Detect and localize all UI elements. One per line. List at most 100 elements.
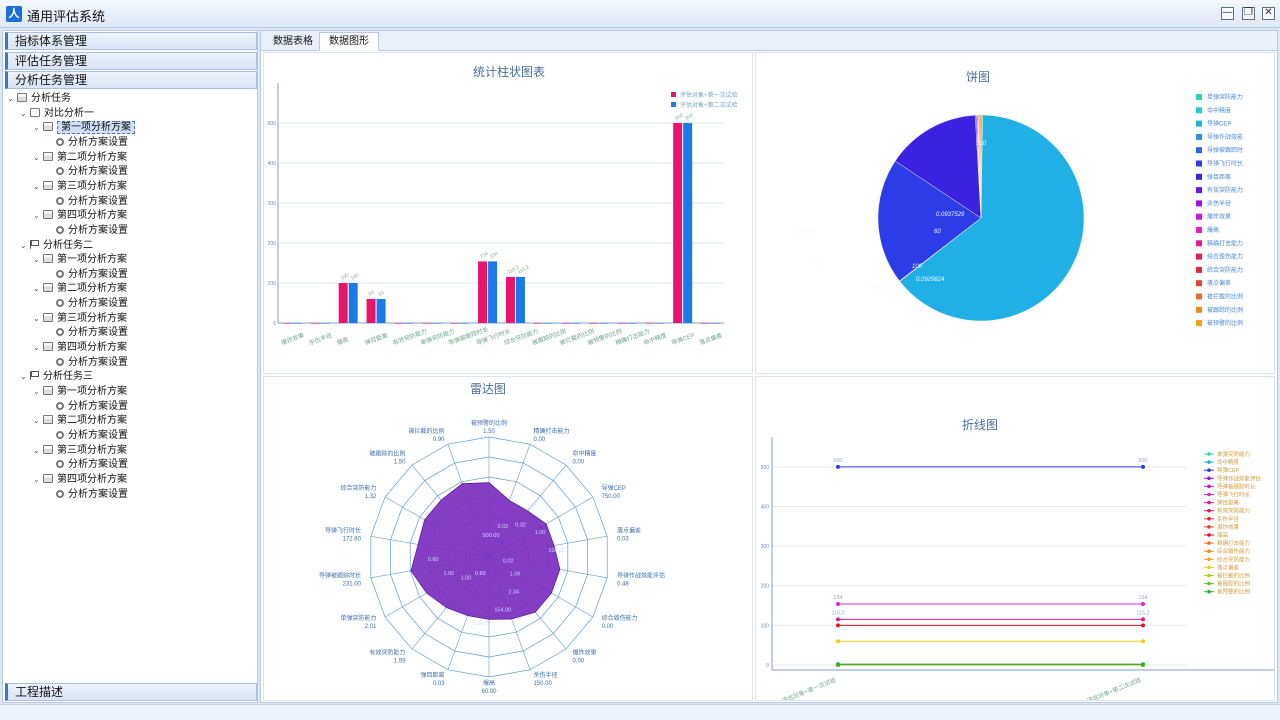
tree-scheme-item[interactable]: ⌄ 第四项分析方案 <box>33 209 127 223</box>
bar <box>701 323 711 324</box>
tree-scheme-setting[interactable]: 分析方案设置 <box>46 326 128 340</box>
tree-task-item[interactable]: ⌄ 分析任务二 <box>20 239 93 253</box>
expand-toggle-icon[interactable]: ⌄ <box>33 121 43 135</box>
tree-scheme-item[interactable]: ⌄ 第四项分析方案 <box>33 341 127 355</box>
tree-task-item[interactable]: ⌄ 分析任务三 <box>20 370 93 384</box>
tree-task-item[interactable]: ⌄ 对比分析一 <box>20 107 94 121</box>
tab-data-table[interactable]: 数据表格 <box>263 32 323 51</box>
minimize-button[interactable]: — <box>1221 7 1234 20</box>
tree-scheme-setting[interactable]: 分析方案设置 <box>46 356 128 370</box>
tree-scheme-setting[interactable]: 分析方案设置 <box>46 268 128 282</box>
bar <box>711 323 721 324</box>
legend-swatch <box>1196 293 1202 300</box>
tree-scheme-setting[interactable]: 分析方案设置 <box>46 297 128 311</box>
expand-toggle-icon[interactable]: ⌄ <box>33 151 43 165</box>
expand-toggle-icon[interactable]: ⌄ <box>33 180 43 194</box>
expand-toggle-icon[interactable]: ⌄ <box>33 444 43 458</box>
tree-scheme-item[interactable]: ⌄ 第三项分析方案 <box>33 444 127 458</box>
series-point <box>836 639 840 644</box>
tree-item-label: 第二项分析方案 <box>57 283 127 295</box>
section-evaluation-tasks[interactable]: 评估任务管理 <box>5 52 257 70</box>
legend-label: 导弹飞行时长 <box>1217 491 1251 499</box>
series-point <box>1141 601 1145 606</box>
tree-scheme-setting[interactable]: 分析方案设置 <box>46 136 128 150</box>
legend-label: 落点偏差 <box>1217 563 1240 571</box>
tree-scheme-setting[interactable]: 分析方案设置 <box>46 429 128 443</box>
bar <box>320 323 330 324</box>
expand-toggle-icon[interactable]: ⌄ <box>7 92 17 106</box>
bar <box>348 283 358 323</box>
section-indicator-system[interactable]: 指标体系管理 <box>5 32 257 50</box>
expand-toggle-icon[interactable]: ⌄ <box>33 385 43 399</box>
tree-scheme-setting[interactable]: 分析方案设置 <box>46 400 128 414</box>
section-analysis-tasks[interactable]: 分析任务管理 <box>5 71 257 89</box>
expand-toggle-icon[interactable]: ⌄ <box>33 312 43 326</box>
legend-label: 导弹被跟踪时 <box>1207 146 1243 154</box>
expand-toggle-icon[interactable]: ⌄ <box>33 282 43 296</box>
axis-value: 1.50 <box>483 429 495 435</box>
tree-scheme-setting[interactable]: 分析方案设置 <box>46 458 128 472</box>
tree-scheme-setting[interactable]: 分析方案设置 <box>46 224 128 238</box>
tree-item-label: 第一项分析方案 <box>57 121 135 135</box>
tree-item-label: 分析方案设置 <box>68 459 128 471</box>
restore-button[interactable]: ❐ <box>1242 7 1255 20</box>
tree-scheme-item[interactable]: ⌄ 第一项分析方案 <box>33 253 127 267</box>
tree-item-label: 分析方案设置 <box>68 268 128 280</box>
legend-marker <box>1207 460 1211 464</box>
tree-scheme-setting[interactable]: 分析方案设置 <box>46 165 128 179</box>
tree-item-label: 第一项分析方案 <box>57 254 127 266</box>
tree-item-label: 分析方案设置 <box>68 400 128 412</box>
expand-toggle-icon[interactable]: ⌄ <box>33 473 43 487</box>
close-button[interactable]: ✕ <box>1262 7 1275 20</box>
legend-swatch <box>1196 133 1202 140</box>
axis-label: 导弹CEP <box>602 484 626 492</box>
tree-item-label: 分析方案设置 <box>68 429 128 441</box>
expand-toggle-icon[interactable]: ⌄ <box>33 209 43 223</box>
tree-scheme-item[interactable]: ⌄ 第四项分析方案 <box>33 473 127 487</box>
tree-scheme-item[interactable]: ⌄ 第二项分析方案 <box>33 414 127 428</box>
y-tick-label: 100 <box>761 623 770 629</box>
legend-swatch <box>1196 253 1202 260</box>
bar <box>488 261 498 323</box>
ring-value-label: 0.88 <box>475 571 486 577</box>
legend-marker <box>1207 541 1211 545</box>
tab-data-graphics[interactable]: 数据图形 <box>319 32 379 51</box>
y-tick-label: 100 <box>268 281 277 287</box>
tree-scheme-item[interactable]: ⌄ 第三项分析方案 <box>33 180 127 194</box>
axis-value: 0.90 <box>433 437 445 443</box>
legend-label: 命中精度 <box>1207 106 1231 114</box>
expand-toggle-icon[interactable]: ⌄ <box>33 414 43 428</box>
tree-scheme-setting[interactable]: 分析方案设置 <box>46 488 128 502</box>
legend-marker <box>1207 565 1211 570</box>
gear-icon <box>56 460 64 469</box>
y-tick-label: 0 <box>273 321 276 327</box>
expand-toggle-icon[interactable]: ⌄ <box>20 370 30 384</box>
legend-label: 爆炸效果 <box>1217 523 1240 531</box>
bar <box>589 323 599 324</box>
axis-value: 0.48 <box>617 582 629 588</box>
expand-toggle-icon[interactable]: ⌄ <box>20 107 30 121</box>
tree-scheme-item[interactable]: ⌄ 第二项分析方案 <box>33 151 127 165</box>
expand-toggle-icon[interactable]: ⌄ <box>33 341 43 355</box>
legend-marker <box>1207 500 1211 505</box>
tree-root[interactable]: ⌄ 分析任务 <box>7 92 71 106</box>
x-tick-label: 爆高 <box>336 335 350 347</box>
x-tick-label: 爆炸效果 <box>280 331 305 347</box>
tree-scheme-item[interactable]: ⌄ 第二项分析方案 <box>33 282 127 296</box>
expand-toggle-icon[interactable]: ⌄ <box>20 239 30 253</box>
y-tick-label: 200 <box>761 584 770 590</box>
data-label: 115.2 <box>517 264 531 275</box>
bar <box>366 299 376 323</box>
section-project-description[interactable]: 工程描述 <box>5 683 257 701</box>
tree-scheme-item[interactable]: ⌄ 第一项分析方案 <box>33 385 127 399</box>
tree-item-label: 第一项分析方案 <box>57 386 127 397</box>
tree-scheme-setting[interactable]: 分析方案设置 <box>46 195 128 209</box>
axis-label: 导弹飞行时长 <box>325 526 361 534</box>
tree-scheme-item[interactable]: ⌄ 第一项分析方案 <box>33 121 135 135</box>
tab-bar: 数据表格 数据图形 <box>261 31 1277 51</box>
data-label: 500 <box>674 112 684 121</box>
expand-toggle-icon[interactable]: ⌄ <box>33 253 43 267</box>
axis-label: 落点偏差 <box>617 526 641 534</box>
legend-marker <box>1207 468 1211 472</box>
tree-scheme-item[interactable]: ⌄ 第三项分析方案 <box>33 312 127 326</box>
